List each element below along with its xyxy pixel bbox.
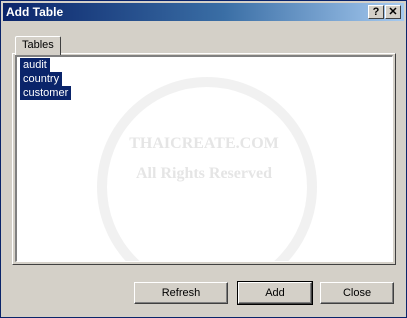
window-title: Add Table (6, 5, 64, 19)
tab-tables-label: Tables (22, 39, 54, 51)
list-item-audit[interactable]: audit (20, 58, 50, 72)
list-item-customer[interactable]: customer (20, 86, 72, 100)
close-button[interactable]: Close (320, 282, 394, 304)
help-button[interactable]: ? (368, 5, 384, 19)
watermark-line-2: All Rights Reserved (136, 165, 272, 182)
add-table-dialog: Add Table ? ✕ Tables THAICREATE.COM All … (0, 0, 407, 318)
close-window-button[interactable]: ✕ (385, 5, 401, 19)
add-button[interactable]: Add (237, 281, 313, 305)
table-listbox[interactable]: THAICREATE.COM All Rights Reserved audit… (15, 55, 393, 262)
refresh-button[interactable]: Refresh (134, 282, 228, 304)
tab-tables[interactable]: Tables (15, 36, 61, 55)
watermark-seal (97, 77, 317, 261)
title-bar[interactable]: Add Table ? ✕ (3, 3, 404, 21)
list-item-country[interactable]: country (20, 72, 63, 86)
watermark-line-1: THAICREATE.COM (129, 135, 279, 152)
